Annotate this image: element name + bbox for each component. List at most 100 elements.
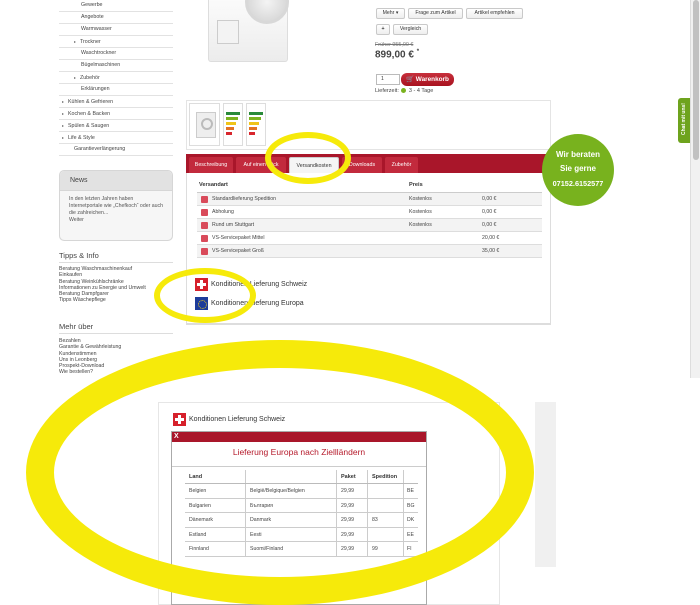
tips-links: Beratung Waschmaschinenkauf Einkaufen Bera… — [59, 266, 159, 304]
country-row: Finnland Suomi/Finland 29,99 99 FI — [185, 542, 418, 557]
column-divider — [245, 484, 246, 498]
column-divider — [336, 513, 337, 527]
sidebar-item[interactable]: ▸ Kühlen & Gefrieren — [59, 96, 173, 108]
advice-badge[interactable]: Wir beraten Sie gerne 07152.6152577 — [542, 134, 614, 206]
sidebar-item[interactable]: Bügelmaschinen — [59, 60, 173, 72]
country-table: Land Paket Spedition Belgien Belgiё/Belgi… — [185, 470, 418, 557]
shipping-method: Abholung — [212, 209, 234, 215]
conditions-switzerland-label: Konditionen Lieferung Schweiz — [211, 281, 308, 288]
background-side-panel — [535, 402, 556, 567]
sidebar-item[interactable]: ▸ Trockner — [59, 36, 173, 48]
sidebar-item-label: Kochen & Backen — [68, 111, 111, 117]
package-price: 29,99 — [341, 531, 354, 538]
conditions-switzerland-link[interactable]: Konditionen Lieferung Schweiz — [195, 278, 307, 291]
sidebar-link[interactable]: Tipps Wäschepflege — [59, 297, 159, 303]
package-price: 29,99 — [341, 546, 354, 553]
sidebar-item[interactable]: Erklärungen — [59, 84, 173, 96]
shipping-table-header: Versandart Preis — [197, 182, 542, 193]
chat-tab[interactable]: Chat mit uns! — [678, 98, 690, 143]
sidebar-item[interactable]: ▸ Zubehör — [59, 72, 173, 84]
news-text: In den letzten Jahren haben Internetport… — [69, 196, 164, 216]
sidebar-item[interactable]: ▸ Kochen & Backen — [59, 108, 173, 120]
tab-downloads[interactable]: Downloads — [342, 157, 382, 173]
shipping-method: Rund um Stuttgart — [212, 222, 255, 228]
shipping-row: Standardlieferung Spedition Kostenlos 0,00… — [197, 193, 542, 206]
truck-icon — [201, 222, 208, 229]
tips-heading: Tipps & Info — [59, 251, 99, 260]
column-divider — [367, 484, 368, 498]
package-price: 29,99 — [341, 488, 354, 494]
column-divider — [245, 498, 246, 513]
sidebar-item[interactable]: Warmwasser — [59, 24, 173, 36]
sidebar-item-label: Trockner — [80, 39, 101, 45]
country-code: FI — [407, 546, 412, 553]
shipping-method: Standardlieferung Spedition — [212, 196, 277, 202]
column-divider — [336, 527, 337, 542]
sidebar-item-label: Bügelmaschinen — [81, 62, 121, 68]
col-preis: Preis — [409, 182, 423, 188]
country-local-name: Suomi/Finland — [250, 546, 284, 553]
close-icon[interactable]: X — [174, 432, 179, 442]
sidebar-item[interactable]: ▸ Life & Style — [59, 132, 173, 144]
thumbnail-energy-label-2[interactable] — [246, 103, 266, 146]
shipping-cost: 0,00 € — [482, 222, 497, 228]
column-divider — [245, 542, 246, 556]
sidebar-item[interactable]: ▸ Spülen & Saugen — [59, 120, 173, 132]
price: 899,00 € * — [375, 49, 419, 60]
badge-phone: 07152.6152577 — [552, 179, 604, 188]
sidebar-item-label: Zubehör — [80, 75, 100, 81]
country-local-name: Eesti — [250, 531, 262, 538]
country-row: Bulgarien България 29,99 BG — [185, 498, 418, 514]
cart-label: Warenkorb — [415, 76, 449, 83]
tab-beschreibung[interactable]: Beschreibung — [189, 157, 233, 173]
tab-zubehoer[interactable]: Zubehör — [385, 157, 418, 173]
delivery-time: Lieferzeit: 3 - 4 Tage — [375, 88, 433, 94]
country-table-header: Land Paket Spedition — [185, 470, 418, 484]
news-more-link[interactable]: Weiter — [69, 217, 163, 224]
recommend-button[interactable]: Artikel empfehlen — [466, 8, 523, 19]
add-to-cart-button[interactable]: 🛒 Warenkorb — [401, 73, 454, 86]
divider — [172, 466, 426, 467]
sidebar-item-label: Kühlen & Gefrieren — [68, 99, 114, 105]
shipping-price-note: Kostenlos — [409, 222, 432, 228]
compare-plus-button[interactable]: + — [376, 24, 390, 35]
more-heading: Mehr über — [59, 322, 94, 331]
shipping-cost: 20,00 € — [482, 235, 500, 241]
product-image[interactable] — [208, 0, 289, 62]
dialog-conditions-switzerland-link[interactable]: Konditionen Lieferung Schweiz — [173, 413, 285, 426]
freight-price: 83 — [372, 517, 378, 524]
washer-door — [245, 0, 289, 24]
divider — [59, 333, 173, 334]
sidebar-item[interactable]: Gewerbe — [59, 0, 173, 12]
conditions-europe-label: Konditionen Lieferung Europa — [211, 300, 304, 307]
scrollbar[interactable] — [690, 0, 700, 378]
thumbnail-washer[interactable] — [189, 103, 220, 146]
compare-button[interactable]: Vergleich — [393, 24, 428, 35]
more-button[interactable]: Mehr ▾ — [376, 8, 405, 19]
delivery-value: 3 - 4 Tage — [408, 88, 434, 94]
sidebar-item-label: Spülen & Saugen — [68, 123, 110, 129]
tab-auf-einen-blick[interactable]: Auf einen Blick — [236, 157, 286, 173]
ask-question-button[interactable]: Frage zum Artikel — [408, 8, 463, 19]
shipping-table: Versandart Preis Standardlieferung Spedi… — [197, 182, 542, 258]
washer-panel — [217, 20, 239, 44]
sidebar-item[interactable]: Waschtrockner — [59, 48, 173, 60]
more-links: Bezahlen Garantie & Gewährleistung Kundens… — [59, 338, 159, 376]
column-divider — [367, 542, 368, 556]
country-name: Finnland — [189, 546, 209, 553]
scrollbar-thumb[interactable] — [693, 0, 699, 160]
tab-versandkosten[interactable]: Versandkosten — [289, 157, 339, 173]
category-list: Gewerbe Angebote Warmwasser ▸ Trockner Wascht… — [59, 0, 173, 156]
sidebar-link[interactable]: Wie bestellen? — [59, 369, 159, 375]
sidebar-item[interactable]: Garantieverlängerung — [59, 144, 173, 156]
sidebar-item[interactable]: Angebote — [59, 12, 173, 24]
column-divider — [403, 542, 404, 556]
swiss-flag-icon — [195, 278, 208, 291]
quantity-input[interactable]: 1 — [376, 74, 400, 85]
column-divider — [403, 484, 404, 498]
thumbnail-energy-label[interactable] — [223, 103, 243, 146]
conditions-europe-link[interactable]: Konditionen Lieferung Europa — [195, 297, 304, 310]
column-divider — [403, 513, 404, 527]
shipping-row: Rund um Stuttgart Kostenlos 0,00 € — [197, 219, 542, 232]
sidebar-item-label: Angebote — [81, 14, 104, 20]
